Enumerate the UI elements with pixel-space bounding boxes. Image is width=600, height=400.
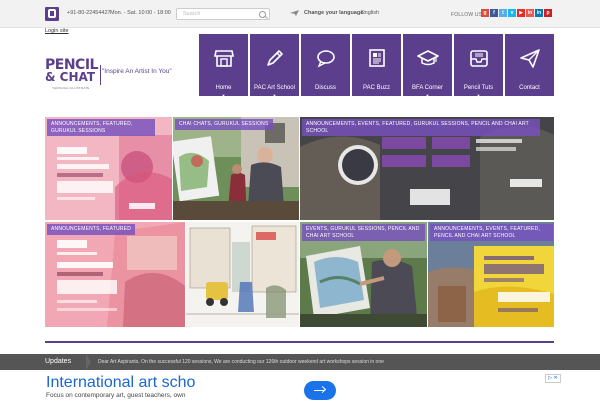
tile-image xyxy=(173,117,299,220)
chevron-down-icon: ▼ xyxy=(425,93,430,98)
social-link-icon[interactable]: in xyxy=(526,9,534,17)
tile-category-tag[interactable]: ANNOUNCEMENTS, FEATURED, GURUKUL SESSION… xyxy=(47,119,155,136)
logo-tagline: "Inspire An Artist In You" xyxy=(102,68,172,75)
top-bar: +91-80-22454427 Mon. - Sat. 10:00 - 18:0… xyxy=(0,0,600,28)
logo-subtitle: THROUGH ILLUSTRATE xyxy=(52,86,90,90)
inbox-icon xyxy=(469,50,488,67)
language-plane-icon xyxy=(290,10,299,16)
search-icon[interactable] xyxy=(259,11,266,18)
search-input[interactable]: Search xyxy=(176,8,270,20)
language-select[interactable]: English xyxy=(361,10,379,16)
tile-category-tag[interactable]: CHAI CHATS, GURUKUL SESSIONS xyxy=(175,119,273,130)
featured-gallery: ANNOUNCEMENTS, FEATURED, GURUKUL SESSION… xyxy=(45,117,554,327)
nav-item-contact[interactable]: Contact xyxy=(505,34,554,96)
phone-number: +91-80-22454427 xyxy=(67,10,111,16)
social-link-icon[interactable]: v xyxy=(508,9,516,17)
logo-word-chat: & CHAT xyxy=(45,70,96,84)
gallery-tile[interactable]: ANNOUNCEMENTS, FEATURED, GURUKUL SESSION… xyxy=(45,117,172,220)
graduation-cap-icon xyxy=(416,50,439,66)
updates-label: Updates xyxy=(45,358,72,365)
gallery-tile[interactable]: ANNOUNCEMENTS, EVENTS, FEATURED, GURUKUL… xyxy=(300,117,554,220)
tile-image xyxy=(186,222,299,327)
nav-label: PAC Art School xyxy=(254,85,295,91)
nav-item-home[interactable]: Home ▼ xyxy=(199,34,248,98)
gallery-tile[interactable]: ANNOUNCEMENTS, EVENTS, FEATURED, PENCIL … xyxy=(428,222,554,327)
social-link-icon[interactable]: g xyxy=(481,9,489,17)
social-link-icon[interactable]: ▶ xyxy=(517,9,525,17)
search-placeholder: Search xyxy=(183,11,201,17)
gallery-tile[interactable]: CHAI CHATS, GURUKUL SESSIONS xyxy=(173,117,299,220)
chevron-down-icon: ▼ xyxy=(272,93,277,98)
social-link-icon[interactable]: f xyxy=(490,9,498,17)
speech-bubble-icon xyxy=(316,50,335,68)
ad-arrow-button[interactable] xyxy=(304,381,336,400)
nav-item-discuss[interactable]: Discuss xyxy=(301,34,350,96)
ticker-arrow xyxy=(86,354,91,370)
nav-label: Pencil Tuts xyxy=(463,85,494,91)
opening-hours: Mon. - Sat. 10:00 - 18:00 xyxy=(110,10,171,16)
newspaper-icon xyxy=(368,49,385,67)
nav-item-pencil-tuts[interactable]: Pencil Tuts ▼ xyxy=(454,34,503,98)
chevron-down-icon: ▼ xyxy=(476,93,481,98)
section-divider xyxy=(45,341,554,343)
login-link[interactable]: Login site xyxy=(45,28,69,34)
social-link-icon[interactable]: t xyxy=(499,9,507,17)
tile-category-tag[interactable]: ANNOUNCEMENTS, FEATURED xyxy=(47,224,136,235)
logo-divider xyxy=(100,65,101,85)
social-link-icon[interactable]: p xyxy=(544,9,552,17)
nav-label: BFA Corner xyxy=(411,85,443,91)
gallery-tile[interactable]: EVENTS, GURUKUL SESSIONS, PENCIL AND CHA… xyxy=(300,222,427,327)
gallery-tile[interactable]: ANNOUNCEMENTS, FEATURED xyxy=(45,222,185,327)
nav-item-pac-buzz[interactable]: PAC Buzz xyxy=(352,34,401,96)
nav-item-bfa-corner[interactable]: BFA Corner ▼ xyxy=(403,34,452,98)
social-links: g f t v ▶ in in p xyxy=(481,9,552,17)
follow-us-label: FOLLOW US xyxy=(451,12,483,18)
nav-label: Discuss xyxy=(314,85,336,91)
paper-plane-icon xyxy=(519,49,540,68)
main-nav: Home ▼ PAC Art School ▼ Discuss PAC Buzz… xyxy=(199,34,554,98)
site-logo[interactable]: PENCIL & CHAT THROUGH ILLUSTRATE "Inspir… xyxy=(45,57,195,92)
tile-category-tag[interactable]: ANNOUNCEMENTS, EVENTS, FEATURED, PENCIL … xyxy=(430,224,553,241)
shop-icon xyxy=(213,50,234,67)
nav-item-pac-art-school[interactable]: PAC Art School ▼ xyxy=(250,34,299,98)
updates-message[interactable]: Dear Art Aspirants, On the successful 12… xyxy=(98,359,384,365)
ad-choices-icon[interactable]: ▷ ✕ xyxy=(545,374,561,383)
nav-label: Contact xyxy=(519,85,540,91)
language-label: Change your language: xyxy=(304,10,366,16)
pencil-icon xyxy=(266,50,283,66)
ad-subtitle: Focus on contemporary art, guest teacher… xyxy=(46,392,186,399)
updates-ticker: Updates Dear Art Aspirants, On the succe… xyxy=(0,354,600,370)
nav-label: PAC Buzz xyxy=(363,85,390,91)
tile-category-tag[interactable]: ANNOUNCEMENTS, EVENTS, FEATURED, GURUKUL… xyxy=(302,119,540,136)
social-link-icon[interactable]: in xyxy=(535,9,543,17)
chevron-down-icon: ▼ xyxy=(221,93,226,98)
ad-title[interactable]: International art scho xyxy=(46,374,195,392)
tile-category-tag[interactable]: EVENTS, GURUKUL SESSIONS, PENCIL AND CHA… xyxy=(302,224,425,241)
tile-image xyxy=(45,222,185,327)
phone-icon xyxy=(45,7,59,21)
nav-label: Home xyxy=(215,85,232,91)
gallery-tile[interactable] xyxy=(186,222,299,327)
